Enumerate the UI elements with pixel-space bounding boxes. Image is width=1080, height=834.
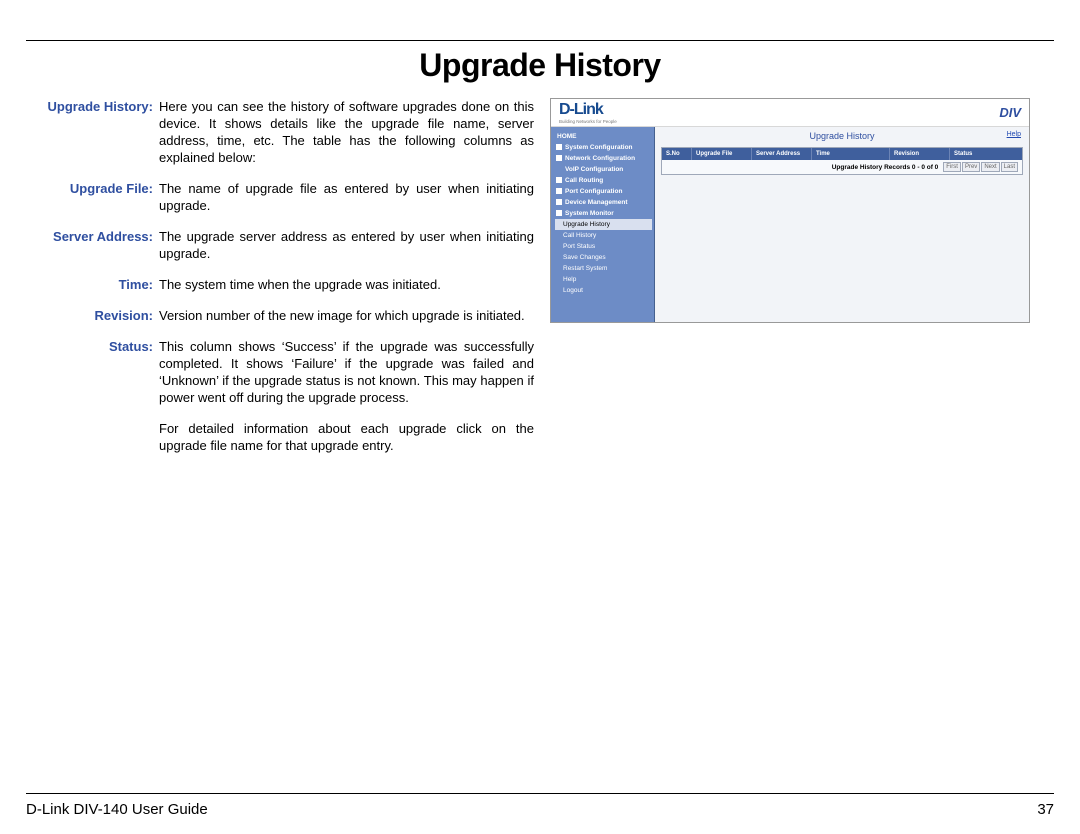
def-text-time: The system time when the upgrade was ini… <box>159 276 534 293</box>
def-label-upgrade-file: Upgrade File: <box>26 180 159 214</box>
col-sno: S.No <box>662 148 692 160</box>
top-rule <box>26 40 1054 41</box>
nav-logout[interactable]: Logout <box>555 285 654 296</box>
col-server-address: Server Address <box>752 148 812 160</box>
def-text-status-p1: This column shows ‘Success’ if the upgra… <box>159 338 534 406</box>
nav-home[interactable]: HOME <box>555 131 654 142</box>
nav-restart-system[interactable]: Restart System <box>555 263 654 274</box>
table-header-row: S.No Upgrade File Server Address Time Re… <box>662 148 1022 160</box>
def-label-server-address: Server Address: <box>26 228 159 262</box>
nav-system-monitor[interactable]: System Monitor <box>555 208 654 219</box>
def-label-revision: Revision: <box>26 307 159 324</box>
pager-first-button[interactable]: First <box>943 162 961 172</box>
nav-network-configuration[interactable]: Network Configuration <box>555 153 654 164</box>
page-title: Upgrade History <box>26 47 1054 84</box>
nav-device-management[interactable]: Device Management <box>555 197 654 208</box>
col-upgrade-file: Upgrade File <box>692 148 752 160</box>
product-badge: DIV <box>999 105 1021 120</box>
definitions-column: Upgrade History: Here you can see the hi… <box>26 98 534 468</box>
brand-logo: D-Link <box>559 101 617 119</box>
screenshot-title: Upgrade History <box>655 127 1029 147</box>
nav-system-configuration[interactable]: System Configuration <box>555 142 654 153</box>
col-status: Status <box>950 148 1006 160</box>
def-text-status: This column shows ‘Success’ if the upgra… <box>159 338 534 454</box>
col-time: Time <box>812 148 890 160</box>
nav-port-configuration[interactable]: Port Configuration <box>555 186 654 197</box>
def-label-status: Status: <box>26 338 159 454</box>
pager-next-button[interactable]: Next <box>981 162 999 172</box>
nav-help[interactable]: Help <box>555 274 654 285</box>
def-label-time: Time: <box>26 276 159 293</box>
footer-guide: D-Link DIV-140 User Guide <box>26 801 208 818</box>
footer-page-number: 37 <box>1037 801 1054 818</box>
def-text-server-address: The upgrade server address as entered by… <box>159 228 534 262</box>
embedded-screenshot: D-Link Building Networks for People DIV … <box>550 98 1030 323</box>
upgrade-history-table: S.No Upgrade File Server Address Time Re… <box>661 147 1023 175</box>
def-text-status-p2: For detailed information about each upgr… <box>159 420 534 454</box>
col-revision: Revision <box>890 148 950 160</box>
nav-port-status[interactable]: Port Status <box>555 241 654 252</box>
nav-voip-configuration[interactable]: VoIP Configuration <box>555 164 654 175</box>
help-link[interactable]: Help <box>1007 131 1021 138</box>
def-text-upgrade-history: Here you can see the history of software… <box>159 98 534 166</box>
screenshot-header: D-Link Building Networks for People DIV <box>551 99 1029 127</box>
brand-tagline: Building Networks for People <box>559 119 617 124</box>
pager-last-button[interactable]: Last <box>1001 162 1018 172</box>
screenshot-sidebar: HOME System Configuration Network Config… <box>551 127 655 322</box>
footer-rule <box>26 793 1054 794</box>
table-pager-row: Upgrade History Records 0 - 0 of 0 First… <box>662 160 1022 174</box>
nav-upgrade-history[interactable]: Upgrade History <box>555 219 652 230</box>
def-text-revision: Version number of the new image for whic… <box>159 307 534 324</box>
pager-prev-button[interactable]: Prev <box>962 162 980 172</box>
nav-call-routing[interactable]: Call Routing <box>555 175 654 186</box>
def-text-upgrade-file: The name of upgrade file as entered by u… <box>159 180 534 214</box>
def-label-upgrade-history: Upgrade History: <box>26 98 159 166</box>
nav-call-history[interactable]: Call History <box>555 230 654 241</box>
nav-save-changes[interactable]: Save Changes <box>555 252 654 263</box>
pager-text: Upgrade History Records 0 - 0 of 0 <box>832 164 939 171</box>
screenshot-main: Help Upgrade History S.No Upgrade File S… <box>655 127 1029 322</box>
